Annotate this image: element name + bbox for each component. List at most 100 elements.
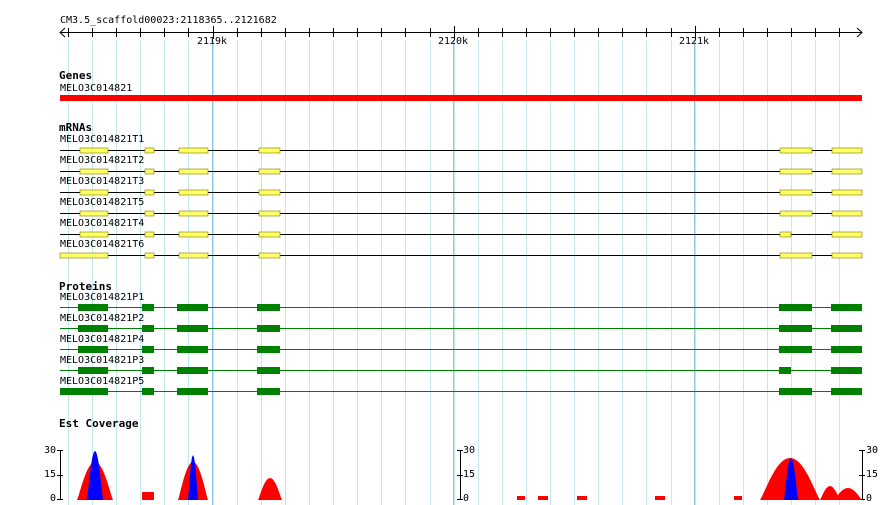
protein-segment: [257, 304, 280, 311]
protein-segment: [257, 346, 280, 353]
est-coverage-track-title: Est Coverage: [59, 417, 139, 430]
protein-label[interactable]: MELO3C014821P2: [60, 313, 144, 325]
coverage-peak: [538, 496, 548, 500]
protein-label[interactable]: MELO3C014821P3: [60, 355, 144, 367]
coverage-scale-label: 15: [463, 469, 476, 480]
mrna-exon: [258, 210, 281, 217]
protein-segment: [78, 367, 108, 374]
coverage-peak: [258, 478, 282, 500]
protein-segment: [78, 325, 108, 332]
mrna-exon: [258, 231, 281, 238]
protein-segment: [142, 325, 154, 332]
mrna-exon: [831, 210, 863, 217]
protein-segment: [831, 325, 862, 332]
mrna-exon: [779, 252, 813, 259]
coverage-scale-label: 30: [866, 445, 879, 456]
mrna-label[interactable]: MELO3C014821T2: [60, 155, 144, 167]
tick-label-2121k: 2121k: [678, 36, 710, 47]
protein-segment: [831, 304, 862, 311]
mrna-exon: [144, 147, 155, 154]
protein-segment: [142, 388, 154, 395]
genome-browser: CM3.5_scaffold00023:2118365..2121682 211…: [0, 0, 890, 505]
mrna-exon: [178, 189, 209, 196]
mrna-exon: [779, 231, 792, 238]
mrna-exon: [831, 168, 863, 175]
mrna-label[interactable]: MELO3C014821T6: [60, 239, 144, 251]
mrna-exon: [831, 189, 863, 196]
mrna-exon: [79, 231, 109, 238]
coverage-scale-label: 0: [463, 493, 470, 504]
coverage-peak: [517, 496, 525, 500]
mrna-exon: [831, 147, 863, 154]
mrna-exon: [779, 168, 813, 175]
coverage-peak: [734, 496, 742, 500]
mrna-exon: [258, 147, 281, 154]
coverage-peak: [655, 496, 665, 500]
mrna-exon: [178, 168, 209, 175]
genes-track-title: Genes: [59, 69, 93, 82]
coverage-scale-label: 30: [43, 445, 56, 456]
protein-segment: [779, 388, 812, 395]
mrna-exon: [144, 210, 155, 217]
coverage-peak: [834, 488, 862, 500]
protein-segment: [177, 388, 208, 395]
mrna-exon: [178, 210, 209, 217]
mrna-exon: [258, 252, 281, 259]
protein-segment: [142, 304, 154, 311]
mrna-exon: [178, 147, 209, 154]
protein-label[interactable]: MELO3C014821P5: [60, 376, 144, 388]
protein-segment: [60, 388, 108, 395]
protein-segment: [177, 325, 208, 332]
mrna-label[interactable]: MELO3C014821T5: [60, 197, 144, 209]
gene-label[interactable]: MELO3C014821: [60, 83, 132, 95]
coverage-scale-label: 15: [866, 469, 879, 480]
mrna-label[interactable]: MELO3C014821T1: [60, 134, 144, 146]
protein-segment: [177, 367, 208, 374]
protein-segment: [78, 346, 108, 353]
protein-label[interactable]: MELO3C014821P4: [60, 334, 144, 346]
mrna-exon: [831, 231, 863, 238]
protein-segment: [177, 304, 208, 311]
protein-segment: [779, 325, 812, 332]
region-label: CM3.5_scaffold00023:2118365..2121682: [60, 15, 277, 26]
protein-segment: [779, 304, 812, 311]
protein-segment: [78, 304, 108, 311]
mrna-exon: [59, 252, 109, 259]
protein-segment: [831, 346, 862, 353]
coverage-peak: [577, 496, 587, 500]
mrna-exon: [144, 231, 155, 238]
protein-segment: [257, 325, 280, 332]
mrna-exon: [79, 168, 109, 175]
protein-segment: [142, 346, 154, 353]
mrna-exon: [79, 147, 109, 154]
tick-label-2119k: 2119k: [196, 36, 228, 47]
mrna-exon: [144, 252, 155, 259]
mrna-label[interactable]: MELO3C014821T3: [60, 176, 144, 188]
mrna-exon: [831, 252, 863, 259]
mrna-exon: [144, 189, 155, 196]
protein-segment: [831, 367, 862, 374]
protein-segment: [142, 367, 154, 374]
protein-segment: [257, 388, 280, 395]
protein-segment: [257, 367, 280, 374]
coverage-scale-label: 0: [866, 493, 873, 504]
mrna-label[interactable]: MELO3C014821T4: [60, 218, 144, 230]
coverage-scale-label: 0: [49, 493, 56, 504]
tick-label-2120k: 2120k: [437, 36, 469, 47]
protein-label[interactable]: MELO3C014821P1: [60, 292, 144, 304]
mrna-exon: [79, 189, 109, 196]
mrna-exon: [178, 231, 209, 238]
coverage-peak: [142, 492, 154, 500]
coverage-scale-label: 15: [43, 469, 56, 480]
gene-bar: [60, 95, 862, 101]
protein-segment: [779, 367, 791, 374]
mrna-exon: [779, 147, 813, 154]
coverage-scale-label: 30: [463, 445, 476, 456]
protein-segment: [831, 388, 862, 395]
mrnas-track-title: mRNAs: [59, 121, 93, 134]
mrna-exon: [258, 168, 281, 175]
protein-segment: [779, 346, 812, 353]
mrna-exon: [79, 210, 109, 217]
mrna-exon: [144, 168, 155, 175]
protein-segment: [177, 346, 208, 353]
